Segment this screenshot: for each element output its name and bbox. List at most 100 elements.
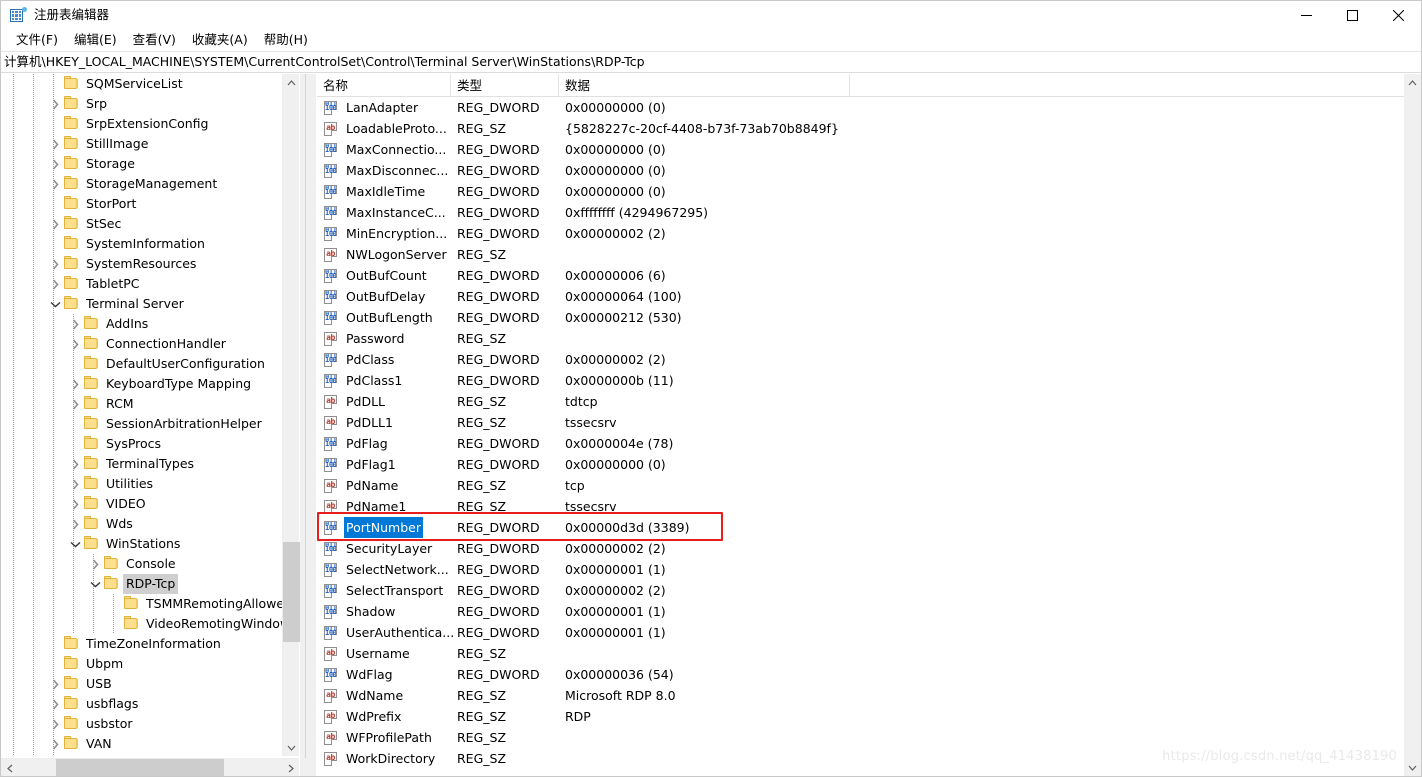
value-row[interactable]: ab PdName REG_SZ tcp <box>317 475 1404 496</box>
list-scroll-up-button[interactable] <box>1404 74 1421 91</box>
tree-item[interactable]: TimeZoneInformation <box>1 634 299 654</box>
value-row[interactable]: 011 100 PdClass REG_DWORD 0x00000002 (2) <box>317 349 1404 370</box>
value-row[interactable]: 011 100 OutBufLength REG_DWORD 0x00000212 (5… <box>317 307 1404 328</box>
tree-scroll-thumb[interactable] <box>283 542 300 642</box>
values-list[interactable]: 011 100 LanAdapter REG_DWORD 0x00000000 (0) a… <box>317 97 1404 776</box>
close-button[interactable] <box>1375 1 1421 29</box>
chevron-right-icon[interactable] <box>47 134 63 154</box>
chevron-right-icon[interactable] <box>47 254 63 274</box>
tree-item[interactable]: SystemInformation <box>1 234 299 254</box>
tree-item[interactable]: VIDEO <box>1 494 299 514</box>
chevron-right-icon[interactable] <box>67 494 83 514</box>
chevron-right-icon[interactable] <box>47 674 63 694</box>
tree-item[interactable]: Ubpm <box>1 654 299 674</box>
tree-item[interactable]: Wds <box>1 514 299 534</box>
tree-item[interactable]: SessionArbitrationHelper <box>1 414 299 434</box>
tree-scroll-left-button[interactable] <box>1 759 18 776</box>
value-row[interactable]: 011 100 PdFlag1 REG_DWORD 0x00000000 (0) <box>317 454 1404 475</box>
menu-file[interactable]: 文件(F) <box>8 30 66 50</box>
tree-item[interactable]: ConnectionHandler <box>1 334 299 354</box>
chevron-right-icon[interactable] <box>47 274 63 294</box>
value-row[interactable]: ab NWLogonServer REG_SZ <box>317 244 1404 265</box>
value-row[interactable]: 011 100 OutBufCount REG_DWORD 0x00000006 (6) <box>317 265 1404 286</box>
tree-item[interactable]: StillImage <box>1 134 299 154</box>
value-row[interactable]: ab WFProfilePath REG_SZ <box>317 727 1404 748</box>
list-scroll-down-button[interactable] <box>1404 759 1421 776</box>
values-column-header[interactable]: 名称 类型 数据 <box>317 74 1404 97</box>
tree-item[interactable]: Storage <box>1 154 299 174</box>
column-type[interactable]: 类型 <box>451 74 559 97</box>
value-row[interactable]: 011 100 MaxDisconnec... REG_DWORD 0x00000000… <box>317 160 1404 181</box>
chevron-right-icon[interactable] <box>47 714 63 734</box>
chevron-right-icon[interactable] <box>67 474 83 494</box>
value-row[interactable]: 011 100 Shadow REG_DWORD 0x00000001 (1) <box>317 601 1404 622</box>
registry-tree[interactable]: SQMServiceList Srp SrpExtensionConfig Still… <box>1 74 299 756</box>
chevron-right-icon[interactable] <box>87 554 103 574</box>
chevron-right-icon[interactable] <box>47 754 63 756</box>
pane-splitter[interactable] <box>300 74 316 776</box>
tree-item[interactable]: SQMServiceList <box>1 74 299 94</box>
chevron-right-icon[interactable] <box>47 734 63 754</box>
minimize-button[interactable] <box>1283 1 1329 29</box>
value-row[interactable]: 011 100 LanAdapter REG_DWORD 0x00000000 (0) <box>317 97 1404 118</box>
chevron-down-icon[interactable] <box>67 534 83 554</box>
tree-item[interactable]: StorageManagement <box>1 174 299 194</box>
tree-item[interactable]: usbstor <box>1 714 299 734</box>
value-row[interactable]: ab LoadableProto... REG_SZ {5828227c-20cf-4… <box>317 118 1404 139</box>
chevron-right-icon[interactable] <box>67 514 83 534</box>
chevron-right-icon[interactable] <box>67 374 83 394</box>
value-row[interactable]: ab PdName1 REG_SZ tssecsrv <box>317 496 1404 517</box>
tree-item[interactable]: USB <box>1 674 299 694</box>
tree-item[interactable]: TerminalTypes <box>1 454 299 474</box>
value-row[interactable]: ab WdName REG_SZ Microsoft RDP 8.0 <box>317 685 1404 706</box>
menu-help[interactable]: 帮助(H) <box>256 30 316 50</box>
tree-horizontal-scrollbar[interactable] <box>1 758 299 776</box>
chevron-right-icon[interactable] <box>67 334 83 354</box>
value-row[interactable]: 011 100 MinEncryption... REG_DWORD 0x0000000… <box>317 223 1404 244</box>
value-row[interactable]: 011 100 MaxInstanceC... REG_DWORD 0xffffffff… <box>317 202 1404 223</box>
value-row[interactable]: ab PdDLL REG_SZ tdtcp <box>317 391 1404 412</box>
value-row[interactable]: 011 100 MaxIdleTime REG_DWORD 0x00000000 (0) <box>317 181 1404 202</box>
menu-favorites[interactable]: 收藏夹(A) <box>184 30 256 50</box>
tree-scroll-down-button[interactable] <box>283 739 300 756</box>
tree-item[interactable]: TSMMRemotingAllowedApps <box>1 594 299 614</box>
tree-hscroll-thumb[interactable] <box>56 759 224 776</box>
tree-item-selected[interactable]: RDP-Tcp <box>1 574 299 594</box>
chevron-right-icon[interactable] <box>47 94 63 114</box>
chevron-right-icon[interactable] <box>47 174 63 194</box>
tree-item[interactable]: Srp <box>1 94 299 114</box>
value-row[interactable]: 011 100 SelectTransport REG_DWORD 0x00000002… <box>317 580 1404 601</box>
tree-item[interactable]: SrpExtensionConfig <box>1 114 299 134</box>
chevron-down-icon[interactable] <box>87 574 103 594</box>
tree-item[interactable]: SysProcs <box>1 434 299 454</box>
tree-item[interactable]: SystemResources <box>1 254 299 274</box>
value-row[interactable]: 011 100 UserAuthentica... REG_DWORD 0x000000… <box>317 622 1404 643</box>
maximize-button[interactable] <box>1329 1 1375 29</box>
tree-item[interactable]: Terminal Server <box>1 294 299 314</box>
tree-item[interactable]: KeyboardType Mapping <box>1 374 299 394</box>
value-row[interactable]: ab WdPrefix REG_SZ RDP <box>317 706 1404 727</box>
value-row[interactable]: 011 100 SecurityLayer REG_DWORD 0x00000002 (… <box>317 538 1404 559</box>
tree-item[interactable]: Video <box>1 754 299 756</box>
tree-item[interactable]: Console <box>1 554 299 574</box>
value-row-selected[interactable]: 011 100 PortNumber REG_DWORD 0x00000d3d (338… <box>317 517 1404 538</box>
tree-scroll-up-button[interactable] <box>283 74 300 91</box>
tree-item[interactable]: DefaultUserConfiguration <box>1 354 299 374</box>
chevron-right-icon[interactable] <box>47 694 63 714</box>
column-data[interactable]: 数据 <box>559 74 850 97</box>
tree-item[interactable]: StorPort <box>1 194 299 214</box>
menu-edit[interactable]: 编辑(E) <box>66 30 125 50</box>
column-name[interactable]: 名称 <box>317 74 451 97</box>
tree-item[interactable]: AddIns <box>1 314 299 334</box>
tree-item[interactable]: StSec <box>1 214 299 234</box>
tree-item[interactable]: WinStations <box>1 534 299 554</box>
tree-item[interactable]: Utilities <box>1 474 299 494</box>
value-row[interactable]: 011 100 WdFlag REG_DWORD 0x00000036 (54) <box>317 664 1404 685</box>
value-row[interactable]: 011 100 PdFlag REG_DWORD 0x0000004e (78) <box>317 433 1404 454</box>
tree-item[interactable]: VideoRemotingWindowList <box>1 614 299 634</box>
menu-view[interactable]: 查看(V) <box>125 30 184 50</box>
value-row[interactable]: 011 100 MaxConnectio... REG_DWORD 0x00000000… <box>317 139 1404 160</box>
tree-vertical-scrollbar[interactable] <box>282 74 300 756</box>
address-bar[interactable]: 计算机\HKEY_LOCAL_MACHINE\SYSTEM\CurrentCon… <box>1 51 1421 73</box>
chevron-right-icon[interactable] <box>67 314 83 334</box>
